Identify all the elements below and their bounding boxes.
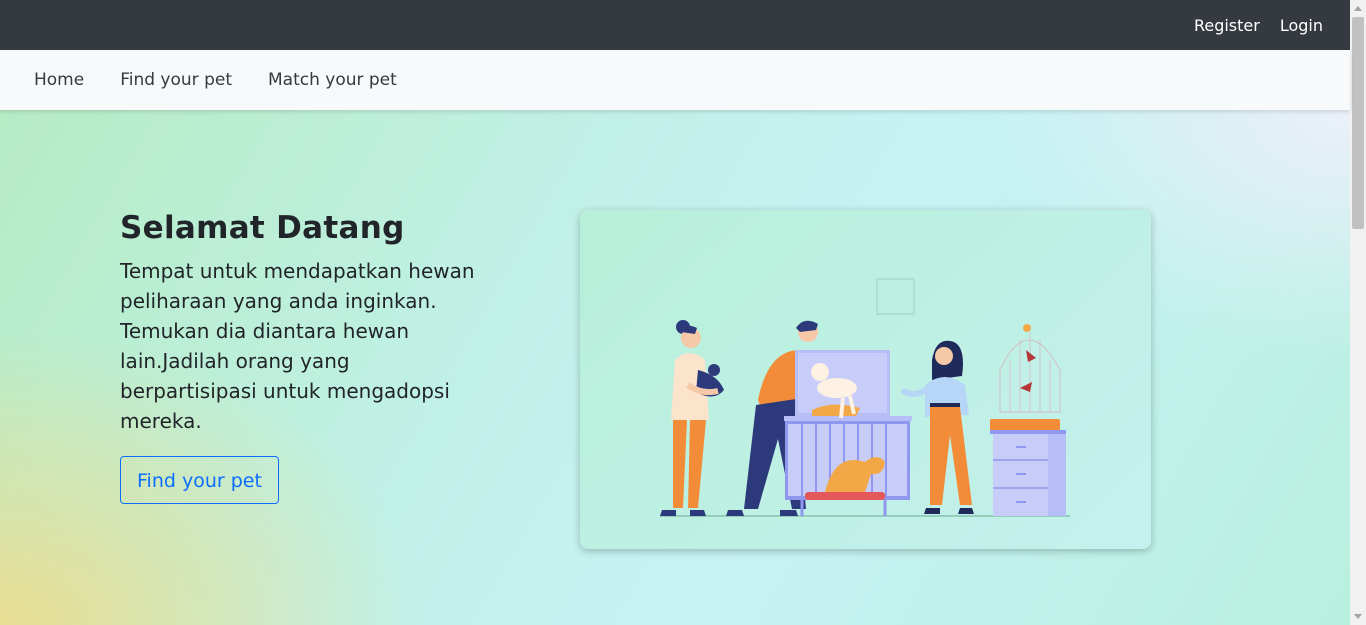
- hero-text-block: Selamat Datang Tempat untuk mendapatkan …: [120, 210, 480, 504]
- pet-adoption-illustration-icon: [660, 278, 1070, 517]
- find-your-pet-button[interactable]: Find your pet: [120, 456, 279, 504]
- window-frame: [876, 278, 915, 315]
- top-bar: Register Login: [0, 0, 1350, 50]
- main-navbar: Home Find your pet Match your pet: [0, 50, 1350, 110]
- nav-item-find-your-pet[interactable]: Find your pet: [120, 70, 232, 90]
- hero-section: Selamat Datang Tempat untuk mendapatkan …: [0, 110, 1350, 625]
- scroll-thumb[interactable]: [1352, 17, 1364, 229]
- page-scrollbar[interactable]: [1350, 0, 1366, 625]
- login-link[interactable]: Login: [1280, 16, 1323, 35]
- hero-description: Tempat untuk mendapatkan hewan peliharaa…: [120, 259, 475, 433]
- register-link[interactable]: Register: [1194, 16, 1260, 35]
- drawer-cabinet: [990, 419, 1066, 516]
- pet-cage: [784, 350, 912, 516]
- scroll-up-arrow-icon[interactable]: [1354, 6, 1362, 11]
- illustration-card: [580, 210, 1151, 549]
- scroll-down-arrow-icon[interactable]: [1354, 614, 1362, 619]
- woman-standing: [900, 340, 974, 514]
- birdcage: [999, 324, 1061, 413]
- woman-holding-cat: [660, 320, 724, 516]
- nav-item-home[interactable]: Home: [34, 70, 84, 90]
- hero-title: Selamat Datang: [120, 210, 405, 246]
- nav-item-match-your-pet[interactable]: Match your pet: [268, 70, 397, 90]
